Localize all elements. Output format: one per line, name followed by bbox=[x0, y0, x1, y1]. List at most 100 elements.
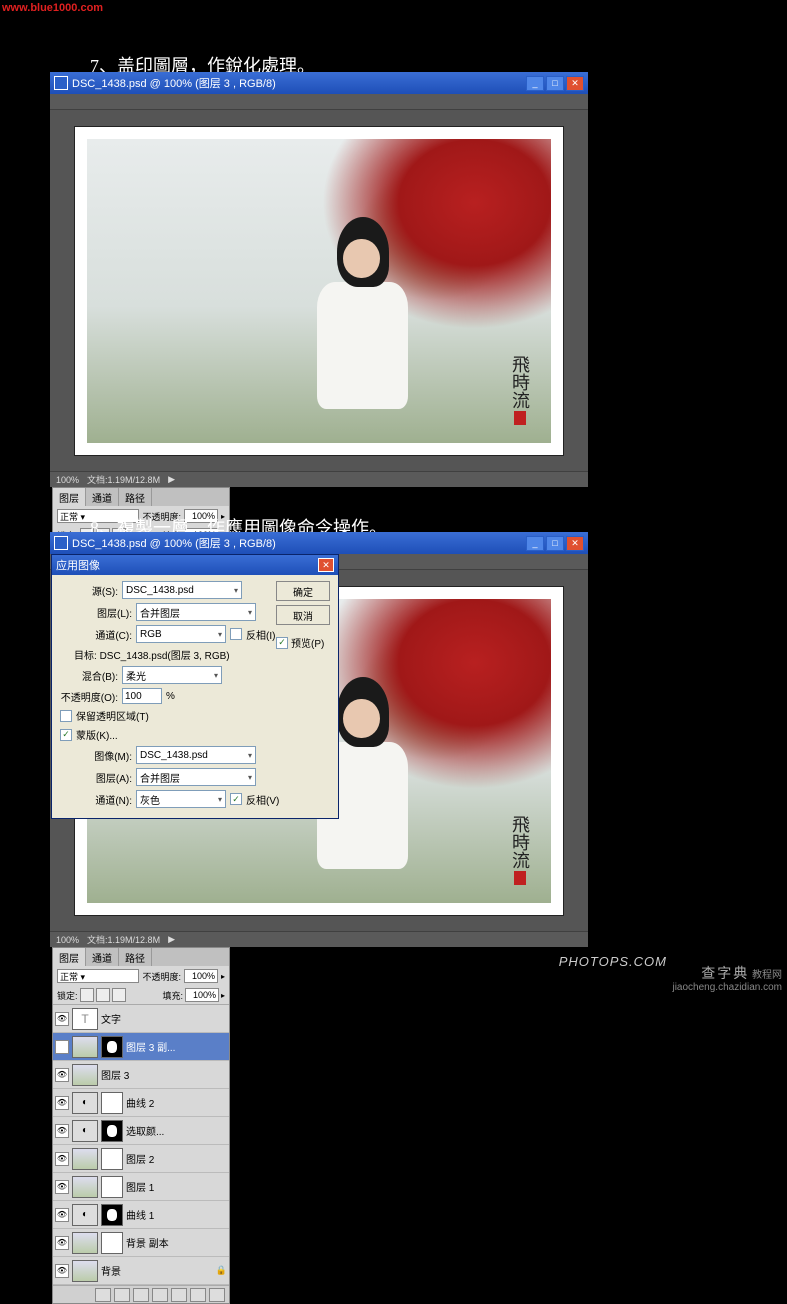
blend-mode-select[interactable]: 正常 ▾ bbox=[57, 969, 139, 983]
layer-mask[interactable] bbox=[101, 1092, 123, 1114]
minimize-button[interactable]: _ bbox=[526, 76, 544, 91]
panel-tab[interactable]: 路径 bbox=[119, 948, 152, 966]
target-label: 目标: bbox=[74, 651, 97, 662]
ok-button[interactable]: 确定 bbox=[276, 581, 330, 601]
new-layer-button[interactable] bbox=[190, 1288, 206, 1302]
layer-row[interactable]: 👁◐ 选取颜... bbox=[53, 1117, 229, 1145]
lock-all-icon[interactable] bbox=[112, 988, 126, 1002]
layer-row[interactable]: 👁 背景 副本 bbox=[53, 1229, 229, 1257]
layer-thumb[interactable] bbox=[72, 1036, 98, 1058]
minimize-button[interactable]: _ bbox=[526, 536, 544, 551]
fx-button[interactable] bbox=[114, 1288, 130, 1302]
visibility-icon[interactable]: 👁 bbox=[55, 1236, 69, 1250]
preserve-checkbox[interactable] bbox=[60, 710, 72, 722]
fill-input[interactable] bbox=[185, 988, 219, 1002]
layer-name[interactable]: 选取颜... bbox=[126, 1123, 227, 1138]
apply-image-dialog[interactable]: 应用图像 ✕ 确定 取消 ✓预览(P) 源(S):DSC_1438.psd 图层… bbox=[51, 554, 339, 819]
panel-tab[interactable]: 图层 bbox=[53, 948, 86, 966]
panel-tab[interactable]: 路径 bbox=[119, 488, 152, 506]
visibility-icon[interactable]: 👁 bbox=[55, 1152, 69, 1166]
layer-name[interactable]: 文字 bbox=[101, 1011, 227, 1026]
mask-checkbox[interactable]: ✓ bbox=[60, 729, 72, 741]
layer-thumb[interactable] bbox=[72, 1148, 98, 1170]
source-select[interactable]: DSC_1438.psd bbox=[122, 581, 242, 599]
preview-checkbox[interactable]: ✓预览(P) bbox=[276, 635, 330, 650]
delete-button[interactable] bbox=[209, 1288, 225, 1302]
link-button[interactable] bbox=[95, 1288, 111, 1302]
layer-thumb[interactable]: ◐ bbox=[72, 1120, 98, 1142]
dialog-close-button[interactable]: ✕ bbox=[318, 558, 334, 572]
photoshop-window-1: DSC_1438.psd @ 100% (图层 3 , RGB/8) _ □ ✕… bbox=[50, 72, 588, 487]
adjustment-button[interactable] bbox=[152, 1288, 168, 1302]
layer-thumb[interactable] bbox=[72, 1260, 98, 1282]
titlebar[interactable]: DSC_1438.psd @ 100% (图层 3 , RGB/8) _ □ ✕ bbox=[50, 72, 588, 94]
mask-layer-select[interactable]: 合并图层 bbox=[136, 768, 256, 786]
layer-name[interactable]: 背景 bbox=[101, 1263, 213, 1278]
layer-thumb[interactable]: ◐ bbox=[72, 1204, 98, 1226]
zoom-readout[interactable]: 100% bbox=[56, 475, 79, 485]
layer-thumb[interactable]: T bbox=[72, 1008, 98, 1030]
close-button[interactable]: ✕ bbox=[566, 76, 584, 91]
layer-thumb[interactable] bbox=[72, 1232, 98, 1254]
layer-mask[interactable] bbox=[101, 1148, 123, 1170]
layer-row[interactable]: 👁◐ 曲线 1 bbox=[53, 1201, 229, 1229]
visibility-icon[interactable]: 👁 bbox=[55, 1040, 69, 1054]
layer-name[interactable]: 背景 副本 bbox=[126, 1235, 227, 1250]
zoom-readout[interactable]: 100% bbox=[56, 935, 79, 945]
layer-mask[interactable] bbox=[101, 1036, 123, 1058]
layer-mask[interactable] bbox=[101, 1120, 123, 1142]
opacity-input[interactable] bbox=[184, 969, 218, 983]
cancel-button[interactable]: 取消 bbox=[276, 605, 330, 625]
lock-position-icon[interactable] bbox=[96, 988, 110, 1002]
layer-row[interactable]: 👁T文字 bbox=[53, 1005, 229, 1033]
maximize-button[interactable]: □ bbox=[546, 536, 564, 551]
panel-tab[interactable]: 图层 bbox=[53, 488, 86, 506]
mask-channel-select[interactable]: 灰色 bbox=[136, 790, 226, 808]
layer-row[interactable]: 👁 图层 2 bbox=[53, 1145, 229, 1173]
dialog-titlebar[interactable]: 应用图像 ✕ bbox=[52, 555, 338, 575]
layer-row[interactable]: 👁 图层 3 副... bbox=[53, 1033, 229, 1061]
layer-row[interactable]: 👁背景🔒 bbox=[53, 1257, 229, 1285]
layer-name[interactable]: 曲线 2 bbox=[126, 1095, 227, 1110]
mask-image-select[interactable]: DSC_1438.psd bbox=[136, 746, 256, 764]
layer-name[interactable]: 图层 2 bbox=[126, 1151, 227, 1166]
close-button[interactable]: ✕ bbox=[566, 536, 584, 551]
layer-name[interactable]: 曲线 1 bbox=[126, 1207, 227, 1222]
layer-row[interactable]: 👁◐ 曲线 2 bbox=[53, 1089, 229, 1117]
layer-name[interactable]: 图层 3 副... bbox=[126, 1039, 227, 1054]
opacity-input[interactable] bbox=[122, 688, 162, 704]
visibility-icon[interactable]: 👁 bbox=[55, 1096, 69, 1110]
blend-select[interactable]: 柔光 bbox=[122, 666, 222, 684]
layer-thumb[interactable] bbox=[72, 1176, 98, 1198]
panel-tab[interactable]: 通道 bbox=[86, 948, 119, 966]
layer-row[interactable]: 👁 图层 1 bbox=[53, 1173, 229, 1201]
mask-invert-checkbox[interactable]: ✓ bbox=[230, 793, 242, 805]
mask-button[interactable] bbox=[133, 1288, 149, 1302]
layer-thumb[interactable] bbox=[72, 1064, 98, 1086]
layer-thumb[interactable]: ◐ bbox=[72, 1092, 98, 1114]
maximize-button[interactable]: □ bbox=[546, 76, 564, 91]
visibility-icon[interactable]: 👁 bbox=[55, 1180, 69, 1194]
canvas[interactable]: 飛時流 bbox=[50, 110, 588, 471]
group-button[interactable] bbox=[171, 1288, 187, 1302]
layer-row[interactable]: 👁 图层 3 bbox=[53, 1061, 229, 1089]
visibility-icon[interactable]: 👁 bbox=[55, 1012, 69, 1026]
visibility-icon[interactable]: 👁 bbox=[55, 1068, 69, 1082]
visibility-icon[interactable]: 👁 bbox=[55, 1124, 69, 1138]
layer-name[interactable]: 图层 3 bbox=[101, 1067, 227, 1082]
visibility-icon[interactable]: 👁 bbox=[55, 1264, 69, 1278]
layer-name[interactable]: 图层 1 bbox=[126, 1179, 227, 1194]
document-photo[interactable]: 飛時流 bbox=[74, 126, 564, 456]
layer-mask[interactable] bbox=[101, 1176, 123, 1198]
layer-select[interactable]: 合并图层 bbox=[136, 603, 256, 621]
visibility-icon[interactable]: 👁 bbox=[55, 1208, 69, 1222]
channel-select[interactable]: RGB bbox=[136, 625, 226, 643]
panel-tab[interactable]: 通道 bbox=[86, 488, 119, 506]
photo-bg: 飛時流 bbox=[87, 139, 551, 443]
options-bar[interactable] bbox=[50, 94, 588, 110]
lock-pixels-icon[interactable] bbox=[80, 988, 94, 1002]
layer-mask[interactable] bbox=[101, 1232, 123, 1254]
titlebar[interactable]: DSC_1438.psd @ 100% (图层 3 , RGB/8) _ □ ✕ bbox=[50, 532, 588, 554]
invert-checkbox[interactable] bbox=[230, 628, 242, 640]
layer-mask[interactable] bbox=[101, 1204, 123, 1226]
